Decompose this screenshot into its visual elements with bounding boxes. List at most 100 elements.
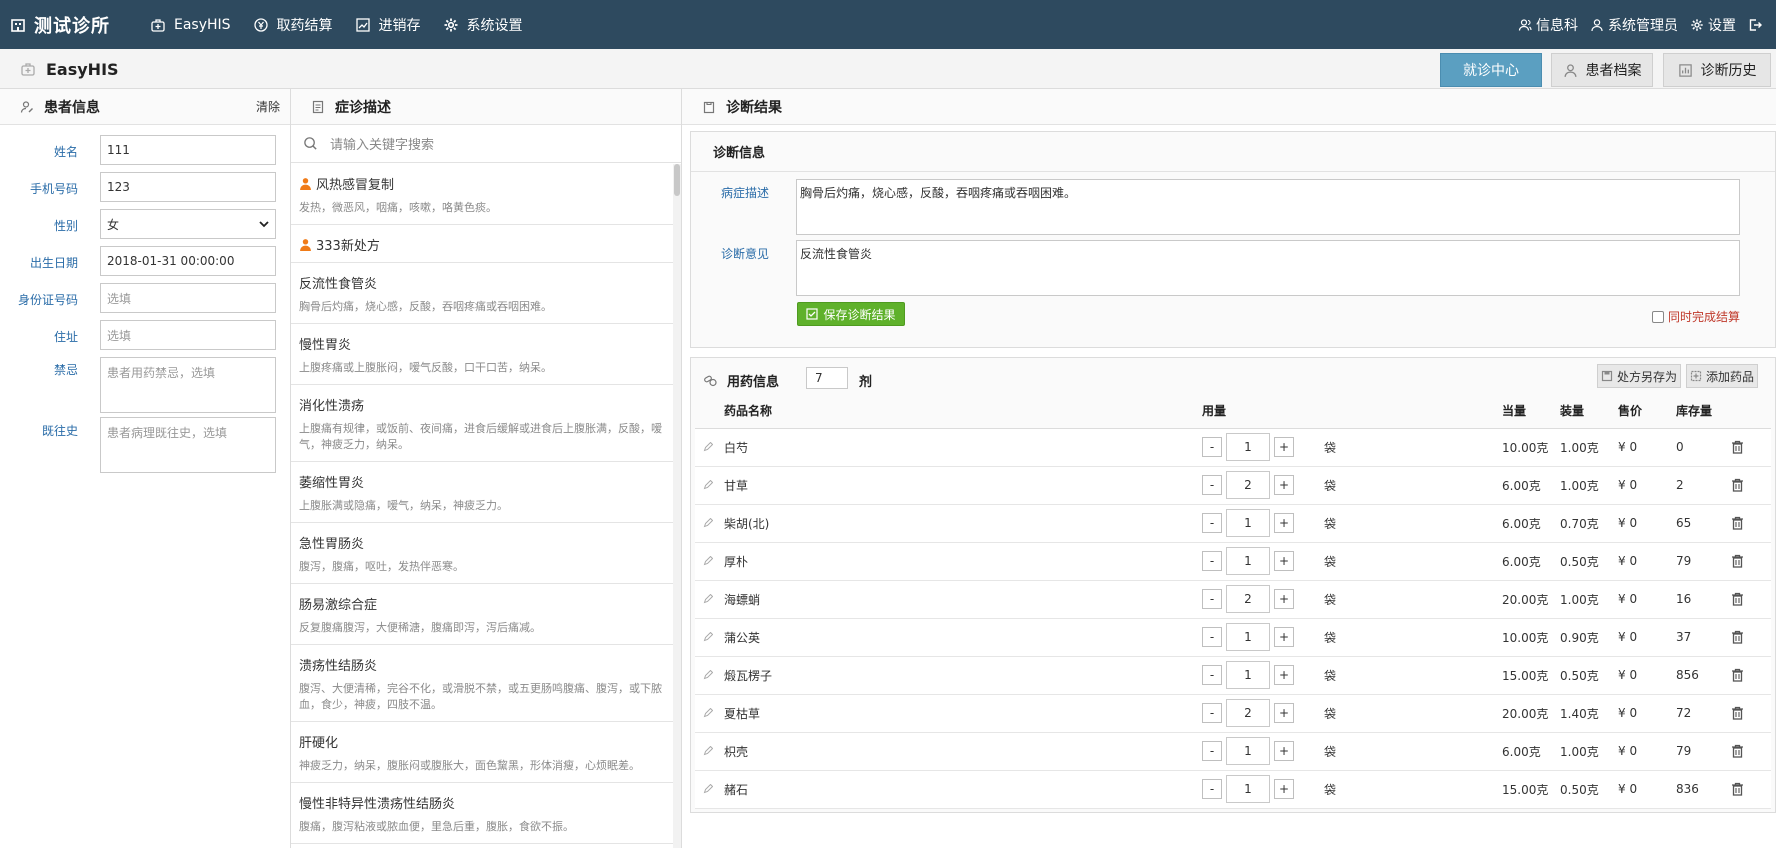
- clear-button[interactable]: 清除: [256, 98, 280, 115]
- gender-select[interactable]: 女: [100, 209, 276, 239]
- pencil-icon[interactable]: [703, 746, 713, 756]
- dept-menu[interactable]: 信息科: [1518, 15, 1578, 35]
- quantity-input[interactable]: 1: [1226, 737, 1270, 765]
- pencil-icon[interactable]: [703, 480, 713, 490]
- symptom-item[interactable]: 肝硬化 神疲乏力，纳呆，腹胀闷或腹胀大，面色黧黑，形体消瘦，心烦眠差。: [291, 722, 681, 783]
- add-drug-button[interactable]: 添加药品: [1686, 364, 1758, 388]
- pencil-icon[interactable]: [703, 784, 713, 794]
- scrollbar-thumb[interactable]: [674, 164, 680, 196]
- opinion-textarea[interactable]: 反流性食管炎: [796, 240, 1740, 296]
- address-input[interactable]: 选填: [100, 320, 276, 350]
- quantity-input[interactable]: 2: [1226, 471, 1270, 499]
- quantity-input[interactable]: 1: [1226, 547, 1270, 575]
- symptom-item[interactable]: 肠易激综合症 反复腹痛腹泻，大便稀溏，腹痛即泻，泻后痛减。: [291, 584, 681, 645]
- increment-button[interactable]: +: [1274, 475, 1294, 495]
- nav-inventory[interactable]: 进销存: [355, 0, 421, 49]
- symptom-search[interactable]: 请输入关键字搜索: [291, 125, 681, 163]
- checkbox-label: 同时完成结算: [1668, 310, 1741, 324]
- tab-diagnosis-history[interactable]: 诊断历史: [1663, 53, 1771, 87]
- symptom-item[interactable]: 溃疡性结肠炎 腹泻、大便清稀，完谷不化，或滑脱不禁，或五更肠鸣腹痛、腹泻，或下脓血…: [291, 645, 681, 722]
- symptom-name: 溃疡性结肠炎: [299, 659, 378, 674]
- quantity-input[interactable]: 1: [1226, 433, 1270, 461]
- name-input[interactable]: 111: [100, 135, 276, 165]
- symptom-item[interactable]: 风热感冒复制 发热，微恶风，咽痛，咳嗽，咯黄色痰。: [291, 164, 681, 225]
- pencil-icon[interactable]: [703, 670, 713, 680]
- save-diagnosis-button[interactable]: 保存诊断结果: [797, 302, 905, 326]
- increment-button[interactable]: +: [1274, 779, 1294, 799]
- decrement-button[interactable]: -: [1202, 779, 1222, 799]
- trash-icon[interactable]: [1731, 440, 1744, 454]
- pencil-icon[interactable]: [703, 442, 713, 452]
- pencil-icon[interactable]: [703, 556, 713, 566]
- trash-icon[interactable]: [1731, 668, 1744, 682]
- quantity-input[interactable]: 1: [1226, 623, 1270, 651]
- decrement-button[interactable]: -: [1202, 437, 1222, 457]
- quantity-input[interactable]: 2: [1226, 585, 1270, 613]
- symptom-scrollbar[interactable]: [673, 164, 681, 848]
- symptom-item[interactable]: 反流性食管炎 胸骨后灼痛，烧心感，反酸，吞咽疼痛或吞咽困难。: [291, 263, 681, 324]
- trash-icon[interactable]: [1731, 554, 1744, 568]
- logout-button[interactable]: [1748, 18, 1766, 32]
- increment-button[interactable]: +: [1274, 665, 1294, 685]
- symptom-item[interactable]: 慢性胃炎 上腹疼痛或上腹胀闷，嗳气反酸，口干口苦，纳呆。: [291, 324, 681, 385]
- quantity-input[interactable]: 2: [1226, 699, 1270, 727]
- quantity-input[interactable]: 1: [1226, 661, 1270, 689]
- symptom-item[interactable]: 慢性非特异性溃疡性结肠炎 腹痛，腹泻粘液或脓血便，里急后重，腹胀，食欲不振。: [291, 783, 681, 844]
- history-textarea[interactable]: 患者病理既往史，选填: [100, 417, 276, 473]
- symptom-item[interactable]: 急性胃肠炎 腹泻，腹痛，呕吐，发热伴恶寒。: [291, 523, 681, 584]
- decrement-button[interactable]: -: [1202, 513, 1222, 533]
- top-navbar: 测试诊所 EasyHIS 取药结算 进销存 系统设置 信息科 系统管理员 设置: [0, 0, 1776, 49]
- pack-size: 0.50克: [1560, 770, 1618, 809]
- symptom-item[interactable]: 萎缩性胃炎 上腹胀满或隐痛，嗳气，纳呆，神疲乏力。: [291, 462, 681, 523]
- id-number-input[interactable]: 选填: [100, 283, 276, 313]
- save-prescription-as-button[interactable]: 处方另存为: [1597, 364, 1681, 388]
- increment-button[interactable]: +: [1274, 627, 1294, 647]
- pencil-icon[interactable]: [703, 632, 713, 642]
- search-input[interactable]: 请输入关键字搜索: [330, 134, 434, 153]
- pencil-icon[interactable]: [703, 708, 713, 718]
- increment-button[interactable]: +: [1274, 437, 1294, 457]
- brand[interactable]: 测试诊所: [0, 0, 150, 49]
- symptom-item[interactable]: 消化性溃疡 上腹痛有规律，或饭前、夜间痛，进食后缓解或进食后上腹胀满，反酸，嗳气，…: [291, 385, 681, 462]
- increment-button[interactable]: +: [1274, 513, 1294, 533]
- dose-count-input[interactable]: 7: [806, 367, 848, 389]
- quantity-input[interactable]: 1: [1226, 775, 1270, 803]
- checkbox[interactable]: [1652, 310, 1664, 323]
- settings-menu[interactable]: 设置: [1690, 15, 1736, 35]
- decrement-button[interactable]: -: [1202, 741, 1222, 761]
- trash-icon[interactable]: [1731, 630, 1744, 644]
- trash-icon[interactable]: [1731, 592, 1744, 606]
- decrement-button[interactable]: -: [1202, 551, 1222, 571]
- quantity-input[interactable]: 1: [1226, 509, 1270, 537]
- pencil-icon[interactable]: [703, 518, 713, 528]
- trash-icon[interactable]: [1731, 516, 1744, 530]
- increment-button[interactable]: +: [1274, 703, 1294, 723]
- symptom-desc-textarea[interactable]: 胸骨后灼痛，烧心感，反酸，吞咽疼痛或吞咽困难。: [796, 179, 1740, 235]
- increment-button[interactable]: +: [1274, 551, 1294, 571]
- increment-button[interactable]: +: [1274, 741, 1294, 761]
- nav-dispense-settle[interactable]: 取药结算: [253, 0, 333, 49]
- taboo-textarea[interactable]: 患者用药禁忌，选填: [100, 357, 276, 413]
- tab-patient-records[interactable]: 患者档案: [1551, 53, 1653, 87]
- tab-visit-center[interactable]: 就诊中心: [1440, 53, 1542, 87]
- nav-easyhis[interactable]: EasyHIS: [150, 0, 231, 49]
- symptom-name: 肝硬化: [299, 736, 339, 751]
- decrement-button[interactable]: -: [1202, 627, 1222, 647]
- birthdate-input[interactable]: 2018-01-31 00:00:00: [100, 246, 276, 276]
- pencil-icon[interactable]: [703, 594, 713, 604]
- trash-icon[interactable]: [1731, 478, 1744, 492]
- complete-settlement-checkbox[interactable]: 同时完成结算: [1652, 308, 1740, 325]
- increment-button[interactable]: +: [1274, 589, 1294, 609]
- col-edit: [695, 394, 724, 429]
- decrement-button[interactable]: -: [1202, 475, 1222, 495]
- nav-system-settings[interactable]: 系统设置: [443, 0, 523, 49]
- trash-icon[interactable]: [1731, 782, 1744, 796]
- trash-icon[interactable]: [1731, 706, 1744, 720]
- user-menu[interactable]: 系统管理员: [1590, 15, 1678, 35]
- symptom-item[interactable]: 333新处方: [291, 225, 681, 263]
- decrement-button[interactable]: -: [1202, 665, 1222, 685]
- trash-icon[interactable]: [1731, 744, 1744, 758]
- decrement-button[interactable]: -: [1202, 703, 1222, 723]
- decrement-button[interactable]: -: [1202, 589, 1222, 609]
- phone-input[interactable]: 123: [100, 172, 276, 202]
